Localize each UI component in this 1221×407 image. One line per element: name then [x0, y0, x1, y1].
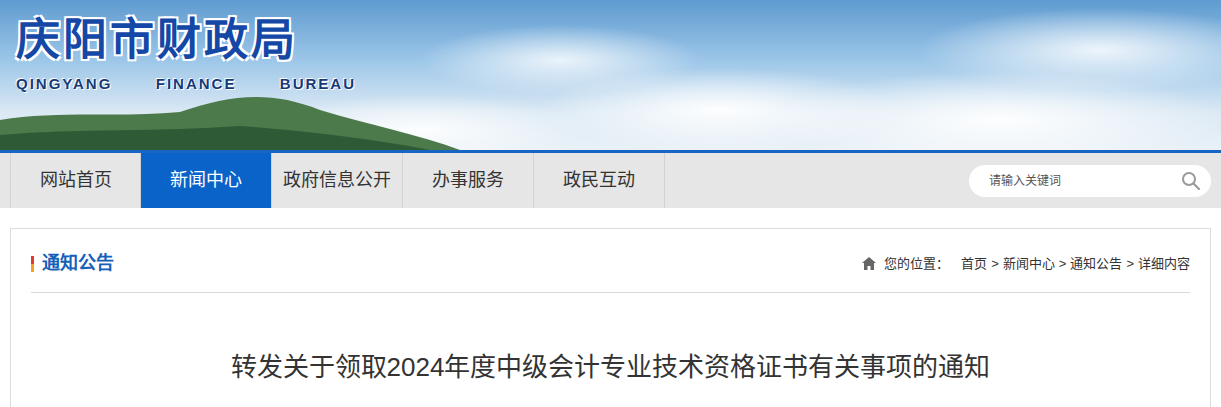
nav-item[interactable]: 网站首页	[10, 153, 141, 208]
site-subtitle: QINGYANG FINANCE BUREAU	[16, 73, 356, 96]
section-marker	[31, 256, 34, 272]
site-title: 庆阳市财政局	[16, 14, 360, 67]
breadcrumb-item[interactable]: 首页	[961, 254, 987, 274]
breadcrumb-label: 您的位置：	[884, 254, 949, 274]
search-input[interactable]	[987, 171, 1181, 191]
section-title: 通知公告	[42, 250, 114, 277]
home-icon	[862, 257, 876, 270]
section-header: 通知公告您的位置：首页>新闻中心>通知公告>详细内容	[31, 229, 1190, 293]
nav-item[interactable]: 政民互动	[534, 153, 665, 208]
nav-item[interactable]: 政府信息公开	[272, 153, 403, 208]
section-heading: 通知公告	[31, 250, 114, 277]
article-title: 转发关于领取2024年度中级会计专业技术资格证书有关事项的通知	[31, 293, 1190, 385]
site-logo[interactable]: 庆阳市财政局 QINGYANG FINANCE BUREAU	[0, 0, 360, 95]
content-panel: 通知公告您的位置：首页>新闻中心>通知公告>详细内容转发关于领取2024年度中级…	[10, 228, 1211, 407]
breadcrumb-item[interactable]: 新闻中心	[1003, 254, 1055, 274]
main-nav: 网站首页新闻中心政府信息公开办事服务政民互动	[0, 153, 1221, 208]
subtitle-word: FINANCE	[156, 73, 237, 96]
search-button[interactable]	[1181, 171, 1201, 191]
nav-item[interactable]: 新闻中心	[141, 153, 272, 208]
header-banner: 庆阳市财政局 QINGYANG FINANCE BUREAU	[0, 0, 1221, 150]
breadcrumb-separator: >	[1059, 254, 1067, 274]
subtitle-word: QINGYANG	[16, 73, 112, 96]
breadcrumb-separator: >	[1126, 254, 1134, 274]
search-icon[interactable]	[1181, 171, 1201, 191]
mountain-icon	[0, 90, 460, 150]
search-box	[969, 165, 1211, 197]
breadcrumb-item[interactable]: 通知公告	[1070, 254, 1122, 274]
nav-list: 网站首页新闻中心政府信息公开办事服务政民互动	[10, 153, 665, 208]
breadcrumb-item: 详细内容	[1138, 254, 1190, 274]
breadcrumb: 您的位置：首页>新闻中心>通知公告>详细内容	[862, 254, 1190, 274]
subtitle-word: BUREAU	[280, 73, 356, 96]
breadcrumb-separator: >	[991, 254, 999, 274]
nav-item[interactable]: 办事服务	[403, 153, 534, 208]
